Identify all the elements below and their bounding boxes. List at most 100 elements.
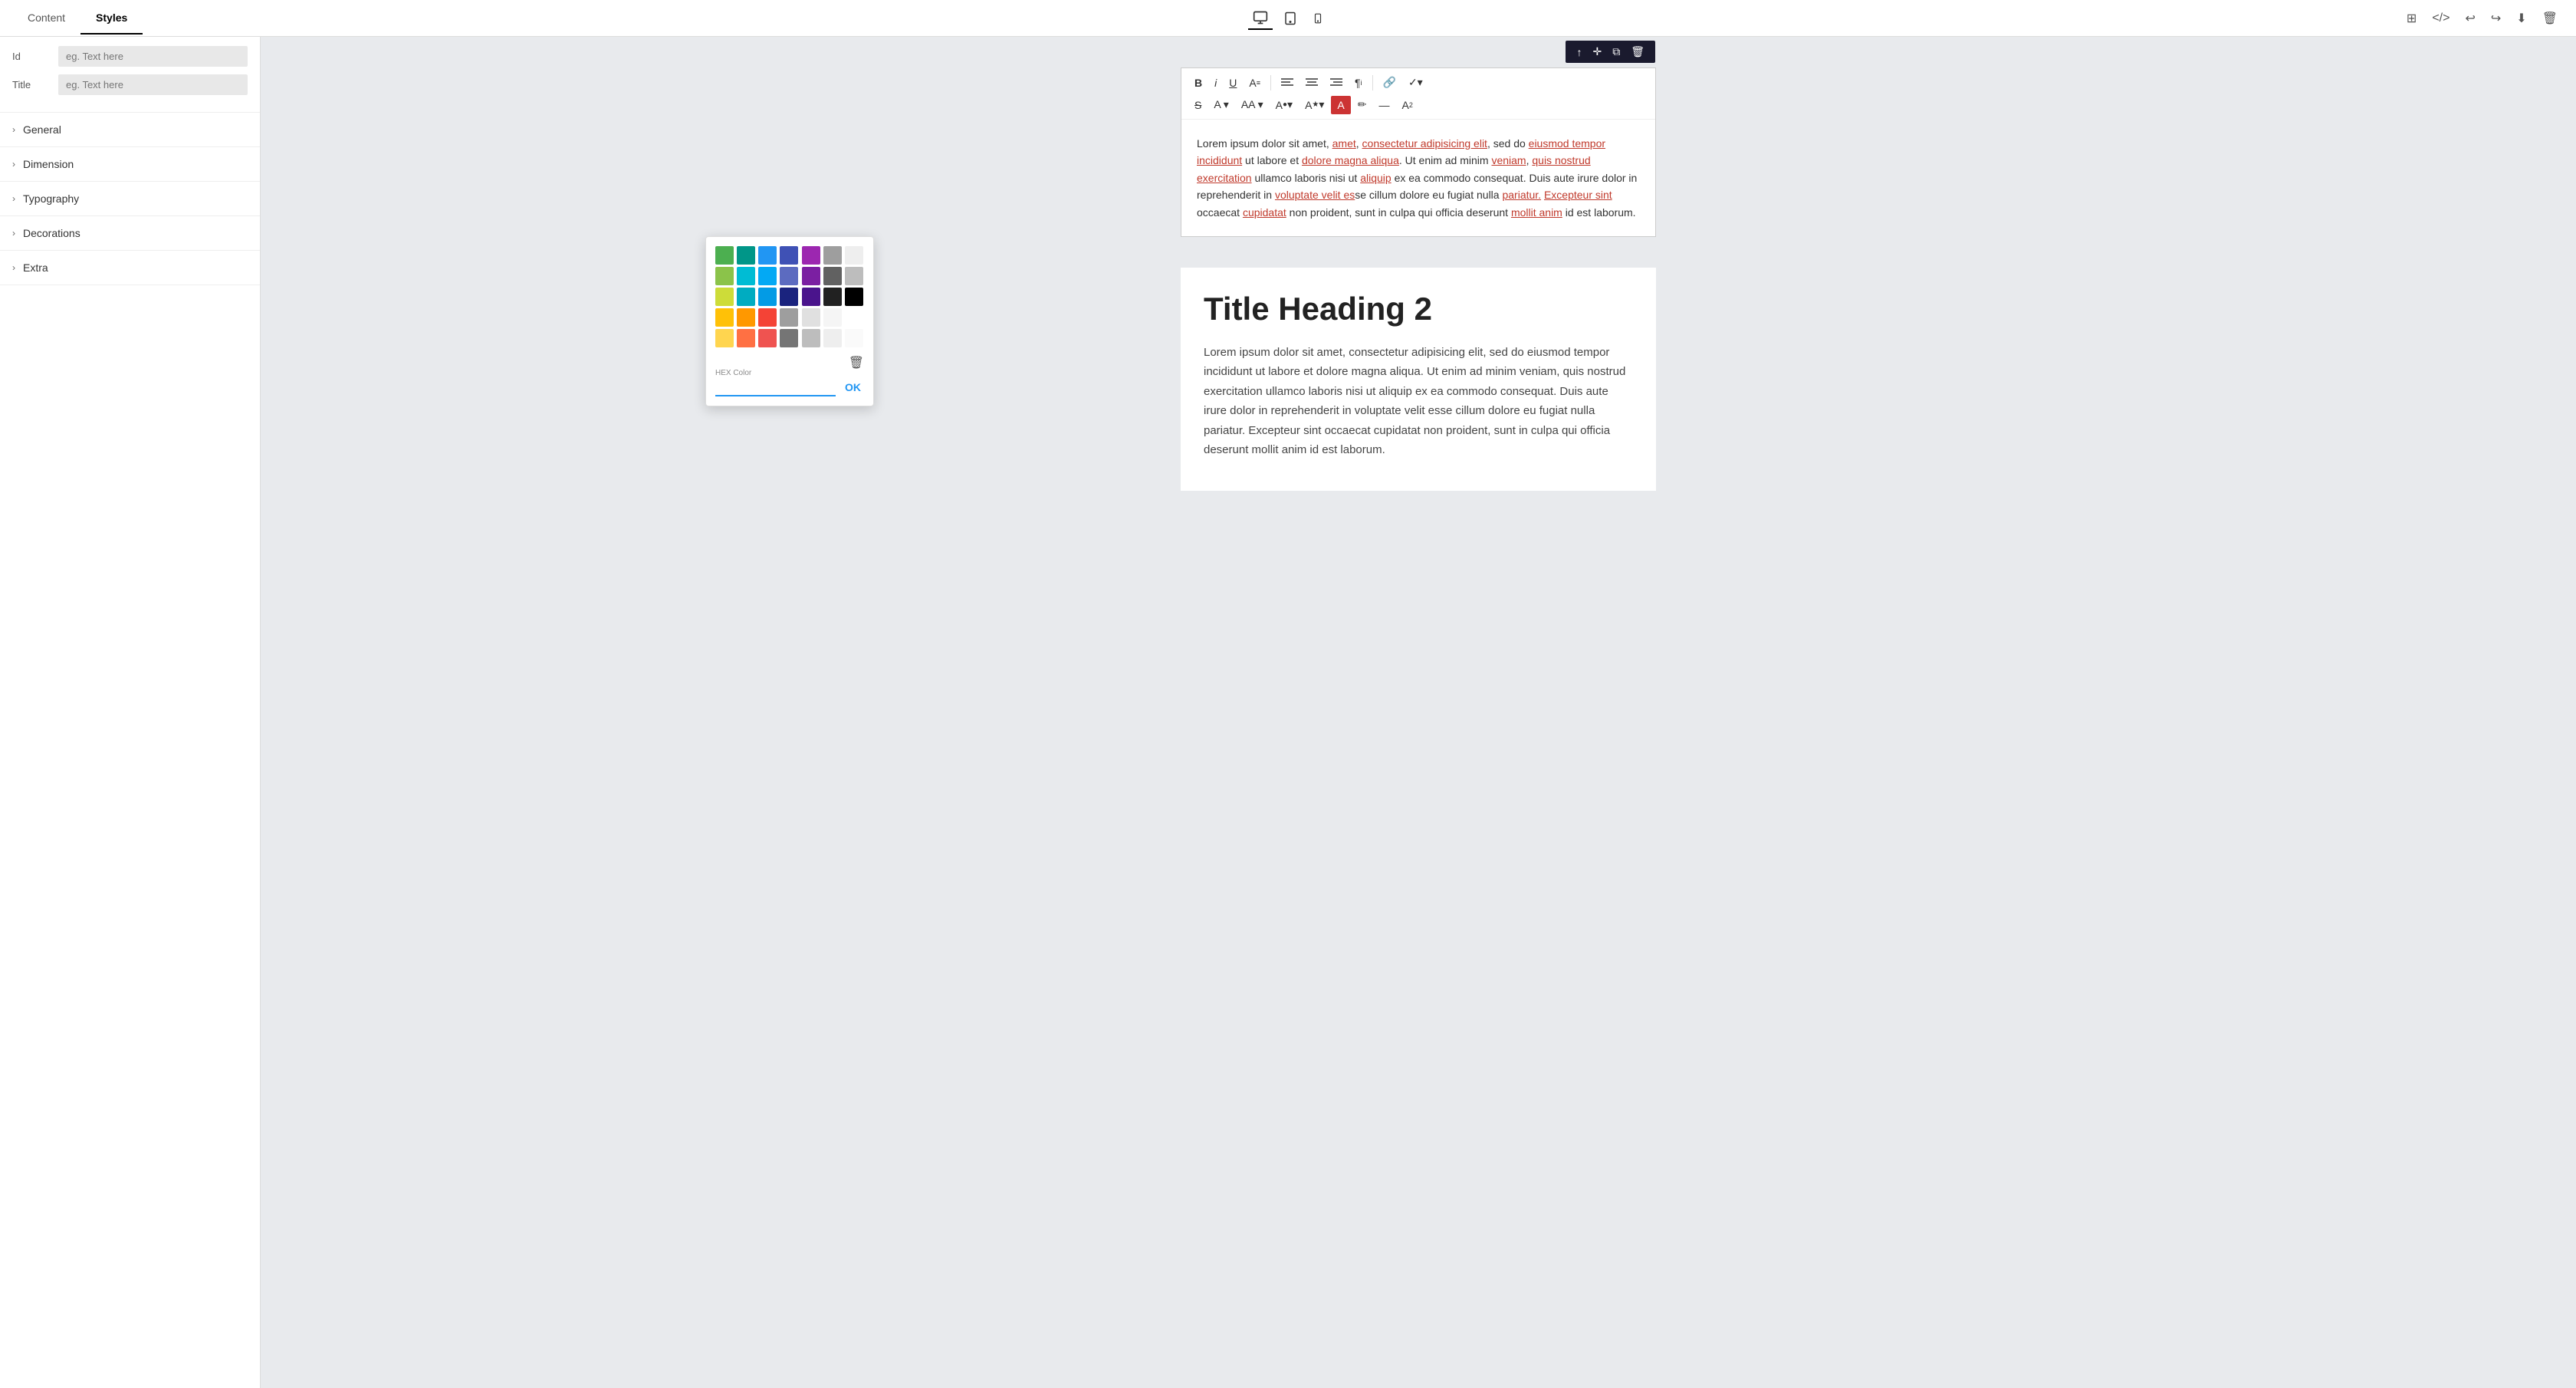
link-mollit[interactable]: mollit anim bbox=[1511, 206, 1562, 219]
color-swatch[interactable] bbox=[715, 267, 734, 285]
color-swatch[interactable] bbox=[758, 246, 777, 265]
fontsize2-btn[interactable]: AA ▾ bbox=[1236, 95, 1269, 114]
link-excepteur[interactable]: Excepteur sint bbox=[1544, 189, 1612, 201]
color-swatch[interactable] bbox=[780, 308, 798, 327]
link-cupidatat[interactable]: cupidatat bbox=[1243, 206, 1286, 219]
extra-label: Extra bbox=[23, 261, 48, 274]
color-swatch[interactable] bbox=[737, 267, 755, 285]
strikethrough-btn[interactable]: S bbox=[1189, 96, 1207, 114]
dash-btn[interactable]: — bbox=[1374, 96, 1395, 114]
color-swatch[interactable] bbox=[823, 246, 842, 265]
link-amet[interactable]: amet bbox=[1332, 137, 1356, 150]
undo-btn[interactable]: ↩ bbox=[2459, 8, 2481, 29]
color-swatch[interactable] bbox=[802, 308, 820, 327]
link-pariatur[interactable]: pariatur. bbox=[1502, 189, 1541, 201]
tab-content[interactable]: Content bbox=[12, 2, 80, 35]
sidebar-item-dimension[interactable]: › Dimension bbox=[0, 147, 260, 182]
highlight-btn[interactable]: A★ ▾ bbox=[1300, 95, 1329, 114]
underline-btn[interactable]: U bbox=[1224, 74, 1242, 92]
color-swatch[interactable] bbox=[737, 329, 755, 347]
color-swatch[interactable] bbox=[780, 246, 798, 265]
color-swatch[interactable] bbox=[737, 288, 755, 306]
color-swatch[interactable] bbox=[715, 246, 734, 265]
color-swatch[interactable] bbox=[845, 329, 863, 347]
title-input[interactable] bbox=[58, 74, 248, 95]
hex-input-wrapper: HEX Color bbox=[715, 373, 836, 396]
fontfamily-btn[interactable]: A ▾ bbox=[1208, 95, 1234, 114]
color-swatch[interactable] bbox=[823, 288, 842, 306]
color-swatch[interactable] bbox=[758, 308, 777, 327]
sidebar-item-extra[interactable]: › Extra bbox=[0, 251, 260, 285]
color-swatch[interactable] bbox=[823, 267, 842, 285]
grid-btn[interactable]: ⊞ bbox=[2400, 8, 2423, 29]
float-delete-btn[interactable]: 🗑 bbox=[1626, 44, 1649, 60]
float-toolbar: ↑ ✛ ⧉ 🗑 bbox=[1566, 41, 1655, 63]
float-duplicate-btn[interactable]: ⧉ bbox=[1608, 44, 1625, 60]
color-delete-btn[interactable]: 🗑 bbox=[849, 355, 864, 370]
text-highlight-btn[interactable]: A bbox=[1331, 96, 1350, 114]
link-dolore[interactable]: dolore magna aliqua bbox=[1302, 154, 1399, 166]
redo-btn[interactable]: ↪ bbox=[2485, 8, 2507, 29]
sep-2 bbox=[1372, 75, 1373, 90]
color-swatch[interactable] bbox=[845, 267, 863, 285]
color-swatch[interactable] bbox=[715, 308, 734, 327]
device-tablet-btn[interactable] bbox=[1279, 8, 1302, 29]
eraser-btn[interactable]: ✏ bbox=[1352, 95, 1372, 114]
color-swatch[interactable] bbox=[758, 329, 777, 347]
superscript-btn[interactable]: A2 bbox=[1397, 96, 1418, 114]
fontcolor-btn[interactable]: A● ▾ bbox=[1270, 95, 1298, 114]
color-swatch[interactable] bbox=[845, 288, 863, 306]
device-desktop-btn[interactable] bbox=[1248, 7, 1273, 30]
sidebar-item-general[interactable]: › General bbox=[0, 113, 260, 147]
color-swatch[interactable] bbox=[780, 288, 798, 306]
color-swatch[interactable] bbox=[802, 288, 820, 306]
code-btn[interactable]: </> bbox=[2426, 8, 2456, 28]
color-swatch[interactable] bbox=[780, 267, 798, 285]
hex-ok-btn[interactable]: OK bbox=[842, 378, 864, 396]
align-left-btn[interactable] bbox=[1276, 74, 1299, 91]
main-layout: Id Title › General › Dimension › Typogra… bbox=[0, 37, 2576, 1388]
sidebar-item-decorations[interactable]: › Decorations bbox=[0, 216, 260, 251]
hex-color-input[interactable] bbox=[715, 380, 836, 395]
link-consectetur[interactable]: consectetur adipisicing elit bbox=[1362, 137, 1487, 150]
paragraph-btn[interactable]: ¶i bbox=[1349, 74, 1368, 92]
bold-btn[interactable]: B bbox=[1189, 74, 1208, 92]
color-swatch[interactable] bbox=[737, 246, 755, 265]
color-swatch[interactable] bbox=[802, 329, 820, 347]
link-btn[interactable]: 🔗 bbox=[1378, 73, 1401, 92]
float-move-btn[interactable]: ✛ bbox=[1588, 44, 1606, 60]
color-swatch[interactable] bbox=[737, 308, 755, 327]
editor-text: Lorem ipsum dolor sit amet, amet, consec… bbox=[1197, 137, 1637, 219]
link-veniam[interactable]: veniam bbox=[1491, 154, 1526, 166]
color-swatch[interactable] bbox=[758, 288, 777, 306]
align-center-btn[interactable] bbox=[1300, 74, 1323, 91]
color-swatch[interactable] bbox=[758, 267, 777, 285]
device-mobile-btn[interactable] bbox=[1308, 8, 1328, 29]
more-btn[interactable]: ✓▾ bbox=[1403, 73, 1428, 92]
id-input[interactable] bbox=[58, 46, 248, 67]
float-move-up-btn[interactable]: ↑ bbox=[1572, 44, 1586, 60]
color-swatch[interactable] bbox=[845, 246, 863, 265]
sidebar-item-typography[interactable]: › Typography bbox=[0, 182, 260, 216]
editor-content[interactable]: Lorem ipsum dolor sit amet, amet, consec… bbox=[1181, 120, 1655, 236]
fontsize-btn[interactable]: A≡ bbox=[1244, 74, 1266, 92]
color-swatch[interactable] bbox=[823, 329, 842, 347]
color-swatch[interactable] bbox=[780, 329, 798, 347]
color-swatch[interactable] bbox=[823, 308, 842, 327]
tab-styles[interactable]: Styles bbox=[80, 2, 143, 35]
extra-arrow: › bbox=[12, 262, 15, 273]
align-right-btn[interactable] bbox=[1325, 74, 1348, 91]
color-swatch[interactable] bbox=[715, 288, 734, 306]
download-btn[interactable]: ⬇ bbox=[2510, 8, 2532, 29]
dimension-label: Dimension bbox=[23, 158, 74, 170]
color-swatch[interactable] bbox=[802, 267, 820, 285]
color-swatch[interactable] bbox=[715, 329, 734, 347]
color-swatch[interactable] bbox=[802, 246, 820, 265]
typography-label: Typography bbox=[23, 192, 79, 205]
color-swatches-grid bbox=[715, 246, 864, 347]
link-aliquip[interactable]: aliquip bbox=[1360, 172, 1391, 184]
color-swatch[interactable] bbox=[845, 308, 863, 327]
link-voluptate[interactable]: voluptate velit es bbox=[1275, 189, 1355, 201]
delete-btn[interactable]: 🗑 bbox=[2536, 8, 2564, 29]
italic-btn[interactable]: i bbox=[1209, 74, 1222, 92]
